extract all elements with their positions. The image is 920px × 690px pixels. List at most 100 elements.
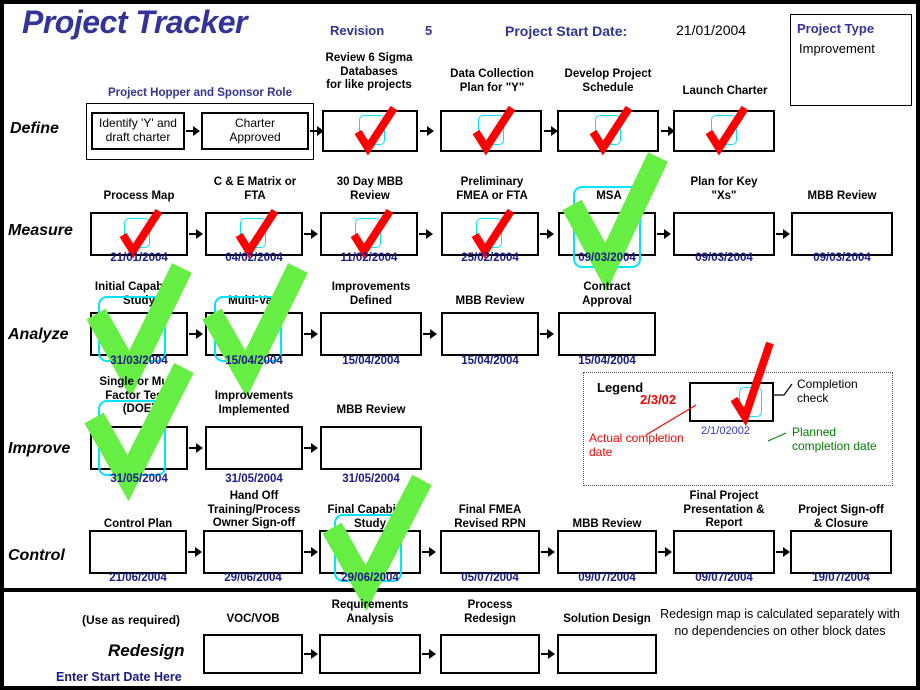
step-box-improvements-defined[interactable]	[320, 312, 422, 356]
step-box-final-presentation[interactable]	[673, 530, 775, 574]
project-type-box[interactable]: Project Type Improvement	[790, 14, 912, 106]
red-check-icon-define-5	[589, 105, 633, 156]
arrow-control-6	[776, 547, 790, 557]
step-caption-launch-charter: Launch Charter	[682, 85, 768, 97]
step-date-30day-mbb: 11/02/2004	[340, 252, 398, 264]
phase-label-improve: Improve	[8, 440, 71, 457]
project-type-value[interactable]: Improvement	[799, 41, 875, 56]
step-box-requirements-analysis[interactable]	[319, 634, 421, 674]
legend-red-check-icon	[730, 341, 774, 427]
arrow-measure-5	[657, 229, 671, 239]
step-caption-voc-vob: VOC/VOB	[226, 613, 280, 625]
step-box-mbb-review-analyze[interactable]	[441, 312, 539, 356]
arrow-measure-4	[540, 229, 554, 239]
step-date-mbb-review-measure: 09/03/2004	[813, 252, 871, 264]
arrow-analyze-4	[540, 329, 554, 339]
red-check-icon-define-4	[472, 105, 516, 156]
arrow-measure-2	[304, 229, 318, 239]
legend-leader-planned	[767, 432, 787, 442]
step-caption-data-collection-plan: Data Collection Plan for "Y"	[450, 68, 534, 94]
step-box-voc-vob[interactable]	[203, 634, 303, 674]
red-check-icon-measure-4	[471, 208, 515, 259]
step-box-process-redesign[interactable]	[440, 634, 540, 674]
step-date-control-plan: 21/06/2004	[109, 572, 167, 584]
revision-value[interactable]: 5	[425, 23, 432, 38]
arrow-define-1	[186, 126, 200, 136]
step-date-mbb-review-analyze: 15/04/2004	[461, 355, 519, 367]
step-date-msa: 09/03/2004	[578, 252, 636, 264]
red-check-icon-define-6	[705, 105, 749, 156]
step-date-hand-off: 29/06/2004	[224, 572, 282, 584]
legend-actual-label: Actual completion date	[589, 431, 684, 459]
project-start-date-value[interactable]: 21/01/2004	[676, 22, 746, 38]
page-title: Project Tracker	[22, 4, 247, 40]
step-box-final-fmea[interactable]	[440, 530, 540, 574]
arrow-redesign-2	[422, 649, 436, 659]
step-box-mbb-review-control[interactable]	[557, 530, 657, 574]
legend-completion-check-label: Completion check	[797, 377, 858, 405]
enter-start-date-link[interactable]: Enter Start Date Here	[56, 670, 182, 684]
step-box-contract-approval[interactable]	[558, 312, 656, 356]
phase-label-analyze: Analyze	[8, 326, 69, 343]
arrow-control-1	[188, 547, 202, 557]
legend-planned-label: Planned completion date	[792, 425, 877, 453]
step-caption-requirements-analysis: Requirements Analysis	[331, 599, 409, 625]
step-caption-develop-schedule: Develop Project Schedule	[564, 68, 652, 94]
step-box-project-signoff[interactable]	[790, 530, 892, 574]
legend-panel: Legend 2/3/02 2/1/02002 Completion check…	[583, 341, 893, 486]
step-caption-review-6sigma: Review 6 Sigma Databases for like projec…	[325, 52, 413, 91]
step-caption-identify-y: Identify 'Y' and draft charter	[99, 116, 177, 144]
step-box-mbb-review-improve[interactable]	[320, 426, 422, 470]
step-date-final-fmea: 05/07/2004	[461, 572, 519, 584]
step-caption-process-map: Process Map	[103, 190, 175, 202]
step-caption-ce-matrix: C & E Matrix or FTA	[213, 176, 297, 202]
arrow-control-2	[304, 547, 318, 557]
step-date-final-capability: 29/06/2004	[341, 572, 399, 584]
step-caption-charter-approved: Charter Approved	[229, 116, 281, 144]
phase-label-control: Control	[8, 547, 65, 564]
step-box-control-plan[interactable]	[89, 530, 187, 574]
step-caption-project-signoff: Project Sign-off & Closure	[798, 504, 884, 530]
redesign-separator	[4, 588, 916, 592]
step-date-project-signoff: 19/07/2004	[812, 572, 870, 584]
step-caption-contract-approval: Contract Approval	[582, 281, 632, 307]
phase-label-measure: Measure	[8, 222, 73, 239]
step-caption-final-presentation: Final Project Presentation & Report	[683, 490, 765, 529]
step-caption-improvements-defined: Improvements Defined	[331, 281, 411, 307]
step-box-plan-key-xs[interactable]	[673, 212, 775, 256]
red-check-icon-measure-2	[235, 208, 279, 259]
phase-label-define: Define	[10, 120, 59, 137]
step-caption-plan-key-xs: Plan for Key "Xs"	[690, 176, 758, 202]
step-caption-mbb-review-analyze: MBB Review	[455, 295, 525, 307]
step-caption-process-redesign: Process Redesign	[464, 599, 516, 625]
step-date-improvements-implemented: 31/05/2004	[225, 473, 283, 485]
revision-label: Revision	[330, 23, 385, 38]
arrow-measure-1	[189, 229, 203, 239]
step-box-solution-design[interactable]	[557, 634, 657, 674]
step-box-mbb-review-measure[interactable]	[791, 212, 893, 256]
step-box-improvements-implemented[interactable]	[205, 426, 303, 470]
use-as-required-note: (Use as required)	[82, 613, 181, 627]
step-caption-mbb-review-improve: MBB Review	[336, 404, 406, 416]
project-tracker-page: Project Tracker Revision 5 Project Start…	[0, 0, 920, 690]
red-check-icon-measure-1	[119, 208, 163, 259]
arrow-improve-1	[189, 443, 203, 453]
step-caption-final-fmea: Final FMEA Revised RPN	[454, 504, 526, 530]
frame-border-left	[0, 0, 4, 690]
step-date-doe: 31/05/2004	[110, 473, 168, 485]
arrow-control-5	[658, 547, 672, 557]
step-date-plan-key-xs: 09/03/2004	[695, 252, 753, 264]
step-date-improvements-defined: 15/04/2004	[342, 355, 400, 367]
arrow-control-4	[541, 547, 555, 557]
frame-border-bottom	[0, 686, 920, 690]
legend-title: Legend	[597, 380, 644, 395]
step-date-prelim-fmea: 25/02/2004	[461, 252, 519, 264]
step-caption-hand-off: Hand Off Training/Process Owner Sign-off	[207, 490, 301, 529]
project-type-label: Project Type	[797, 21, 875, 36]
step-box-hand-off[interactable]	[203, 530, 303, 574]
arrow-control-3	[422, 547, 436, 557]
arrow-define-3	[420, 126, 434, 136]
step-caption-improvements-implemented: Improvements Implemented	[214, 390, 294, 416]
step-caption-mbb-review-measure: MBB Review	[807, 190, 877, 202]
arrow-analyze-1	[189, 329, 203, 339]
